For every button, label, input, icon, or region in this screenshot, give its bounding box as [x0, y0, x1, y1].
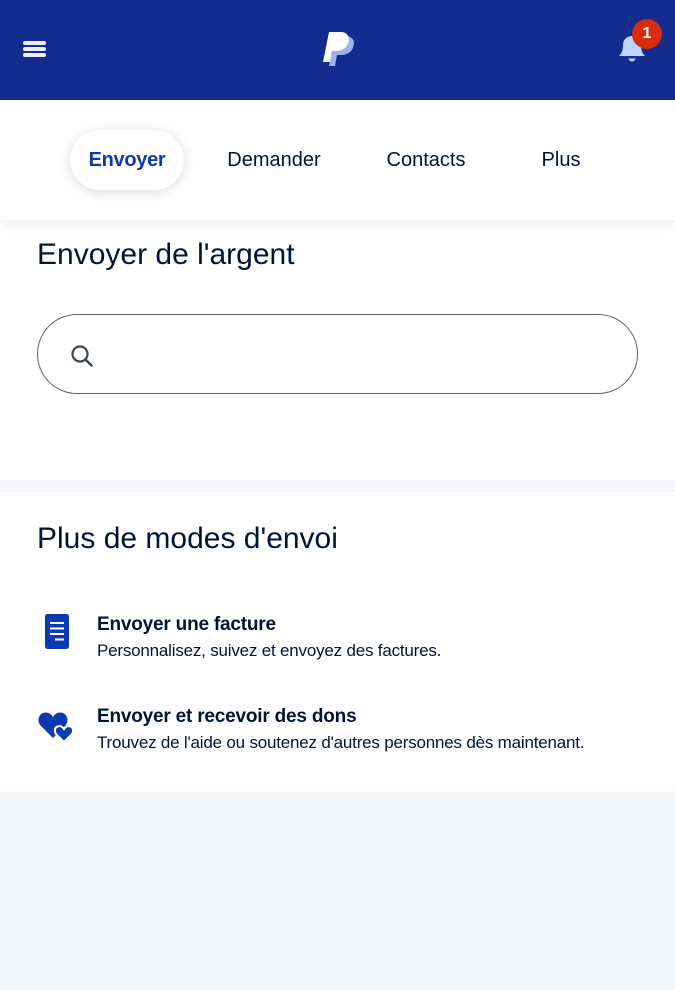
tab-demander[interactable]: Demander — [216, 130, 332, 190]
search-icon — [71, 345, 93, 367]
more-send-methods-section: Plus de modes d'envoi Envoyer une factur… — [0, 492, 675, 792]
tab-envoyer[interactable]: Envoyer — [70, 130, 184, 190]
paypal-logo — [323, 32, 354, 66]
top-header: 1 — [0, 0, 675, 100]
option-title: Envoyer et recevoir des dons — [97, 706, 357, 727]
tab-contacts[interactable]: Contacts — [374, 130, 478, 190]
menu-icon[interactable] — [22, 38, 48, 60]
invoice-icon — [45, 614, 69, 649]
notification-badge[interactable]: 1 — [632, 19, 662, 49]
heart-donation-icon — [38, 712, 75, 744]
option-title: Envoyer une facture — [97, 614, 276, 635]
search-input[interactable] — [114, 335, 614, 373]
send-money-section: Envoyer de l'argent — [0, 220, 675, 480]
send-invoice-option[interactable]: Envoyer une facture Personnalisez, suive… — [37, 614, 647, 684]
section-title: Plus de modes d'envoi — [37, 522, 338, 555]
tab-bar: Envoyer Demander Contacts Plus — [0, 100, 675, 220]
option-description: Trouvez de l'aide ou soutenez d'autres p… — [97, 733, 585, 752]
option-description: Personnalisez, suivez et envoyez des fac… — [97, 641, 442, 660]
tab-plus[interactable]: Plus — [526, 130, 596, 190]
page-title: Envoyer de l'argent — [37, 238, 295, 271]
search-field[interactable] — [37, 314, 638, 394]
donations-option[interactable]: Envoyer et recevoir des dons Trouvez de … — [37, 706, 647, 776]
